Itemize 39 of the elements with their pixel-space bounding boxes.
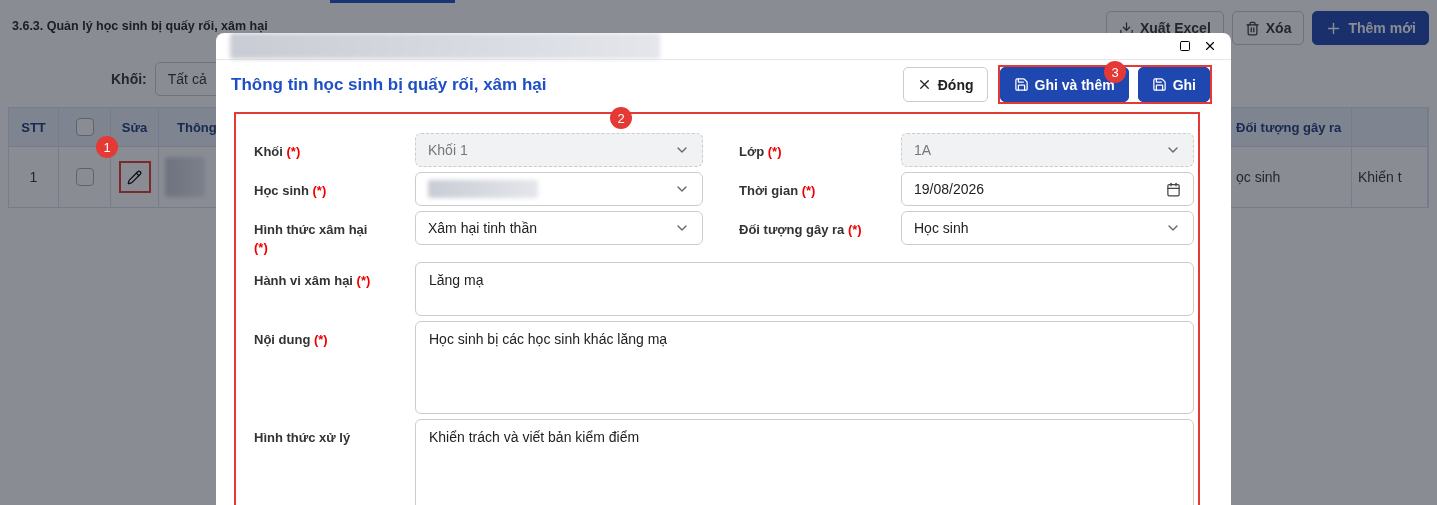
column-header: Sửa [111, 108, 159, 146]
select-field[interactable]: Học sinh [901, 211, 1194, 245]
column-header: STT [9, 108, 59, 146]
close-button[interactable]: Đóng [902, 67, 988, 102]
text-area[interactable]: Học sinh bị các học sinh khác lăng mạ [415, 321, 1194, 414]
field-label: Đối tượng gây ra (*) [739, 221, 863, 239]
text-area[interactable]: Lăng mạ [415, 262, 1194, 316]
field-label: Khối (*) [254, 143, 302, 161]
field-label: Hành vi xâm hại (*) [254, 272, 372, 290]
redacted-block [165, 157, 205, 197]
page-title: 3.6.3. Quản lý học sinh bị quấy rối, xâm hại [11, 20, 268, 33]
filter-label: Khối: [111, 71, 147, 87]
edit-button[interactable] [118, 161, 151, 193]
calendar-icon [1166, 181, 1181, 197]
table-cell: Khiển t [1352, 146, 1428, 207]
checkbox[interactable] [75, 118, 94, 136]
field-label: Thời gian (*) [739, 182, 817, 200]
checkbox[interactable] [75, 168, 94, 186]
trash-icon [1244, 20, 1260, 36]
date-field[interactable]: 19/08/2026 [901, 172, 1194, 206]
field-label: Nội dung (*) [254, 331, 329, 349]
table-cell: 1 [9, 146, 59, 207]
save-button[interactable]: Ghi [1137, 67, 1210, 102]
delete-button[interactable]: Xóa [1231, 11, 1305, 45]
pencil-icon [127, 169, 142, 185]
step-badge: 1 [96, 136, 118, 158]
save-icon [1013, 77, 1029, 92]
field-label: Hình thức xâm hại (*) [254, 221, 369, 257]
add-button[interactable]: Thêm mới [1312, 11, 1429, 45]
close-icon[interactable] [1203, 39, 1217, 53]
field-label: Hình thức xử lý [254, 429, 352, 447]
maximize-icon[interactable] [1179, 40, 1191, 52]
save-icon [1151, 77, 1167, 92]
select-field[interactable] [415, 172, 703, 206]
field-label: Học sinh (*) [254, 182, 328, 200]
field-label: Lớp (*) [739, 143, 783, 161]
select-field[interactable]: Xâm hại tinh thần [415, 211, 703, 245]
dialog-heading: Thông tin học sinh bị quấy rối, xâm hại [231, 74, 547, 95]
text-area[interactable]: Khiển trách và viết bản kiểm điểm [415, 419, 1194, 505]
